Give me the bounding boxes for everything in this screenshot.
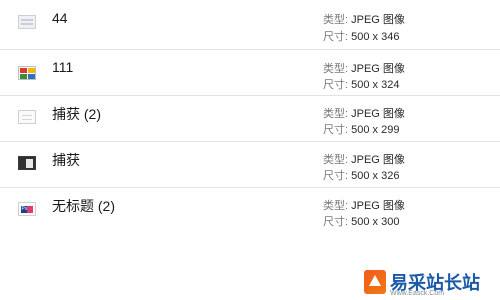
file-dimensions-label: 尺寸: (323, 79, 349, 91)
site-watermark-logo: 易采站长站 Www.Easck.Com (354, 266, 500, 300)
file-type-label: 类型: (323, 63, 349, 75)
file-name: 44 (52, 10, 68, 26)
file-type: 类型: JPEG 图像 (323, 153, 405, 167)
file-row[interactable]: Ps 无标题 (2) 类型: JPEG 图像 尺寸: 500 x 300 (0, 188, 500, 234)
image-thumbnail-icon (18, 110, 36, 124)
logo-icon (364, 270, 386, 294)
file-row[interactable]: 捕获 (2) 类型: JPEG 图像 尺寸: 500 x 299 (0, 96, 500, 142)
file-dimensions-value: 500 x 326 (351, 170, 400, 182)
file-list: 44 类型: JPEG 图像 尺寸: 500 x 346 111 类型: JPE… (0, 0, 500, 234)
file-dimensions: 尺寸: 500 x 326 (323, 169, 399, 183)
file-dimensions-value: 500 x 300 (351, 216, 400, 228)
file-type-label: 类型: (323, 154, 349, 166)
file-type: 类型: JPEG 图像 (323, 62, 405, 76)
file-dimensions-label: 尺寸: (323, 216, 349, 228)
file-type-value: JPEG 图像 (351, 63, 405, 75)
file-type: 类型: JPEG 图像 (323, 199, 405, 213)
file-type: 类型: JPEG 图像 (323, 107, 405, 121)
file-name: 111 (52, 59, 74, 75)
file-row[interactable]: 111 类型: JPEG 图像 尺寸: 500 x 324 (0, 50, 500, 96)
file-dimensions: 尺寸: 500 x 324 (323, 78, 399, 92)
image-thumbnail-icon (18, 156, 36, 170)
file-type-label: 类型: (323, 14, 349, 26)
image-thumbnail-icon (18, 66, 36, 80)
file-type-label: 类型: (323, 200, 349, 212)
file-dimensions-label: 尺寸: (323, 124, 349, 136)
image-thumbnail-icon (18, 15, 36, 29)
file-name: 捕获 (52, 152, 80, 168)
file-type: 类型: JPEG 图像 (323, 13, 405, 27)
file-type-value: JPEG 图像 (351, 200, 405, 212)
file-dimensions-label: 尺寸: (323, 31, 349, 43)
file-dimensions-label: 尺寸: (323, 170, 349, 182)
file-dimensions: 尺寸: 500 x 346 (323, 30, 399, 44)
file-dimensions: 尺寸: 500 x 300 (323, 215, 399, 229)
file-name: 无标题 (2) (52, 198, 115, 214)
file-row[interactable]: 44 类型: JPEG 图像 尺寸: 500 x 346 (0, 0, 500, 50)
file-dimensions-value: 500 x 299 (351, 124, 400, 136)
file-row[interactable]: 捕获 类型: JPEG 图像 尺寸: 500 x 326 (0, 142, 500, 188)
file-type-value: JPEG 图像 (351, 154, 405, 166)
file-type-value: JPEG 图像 (351, 108, 405, 120)
file-dimensions: 尺寸: 500 x 299 (323, 123, 399, 137)
watermark-url: Www.Easck.Com (390, 290, 445, 297)
image-thumbnail-icon: Ps (18, 202, 36, 216)
file-type-label: 类型: (323, 108, 349, 120)
file-dimensions-value: 500 x 324 (351, 79, 400, 91)
file-name: 捕获 (2) (52, 106, 101, 122)
file-dimensions-value: 500 x 346 (351, 31, 400, 43)
file-type-value: JPEG 图像 (351, 14, 405, 26)
